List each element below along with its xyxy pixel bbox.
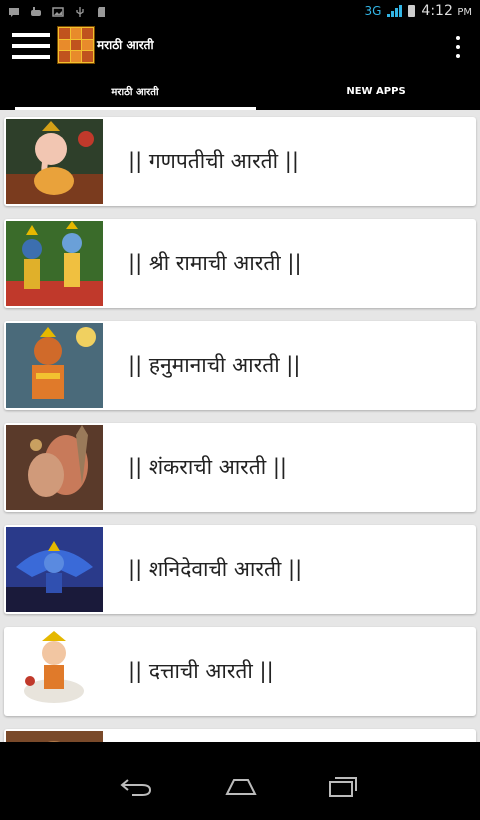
shanidev-image (6, 527, 103, 612)
list-item-ram[interactable]: || श्री रामाची आरती || (4, 219, 476, 308)
list-item-datta[interactable]: || दत्ताची आरती || (4, 627, 476, 716)
sd-card-icon (96, 3, 108, 17)
overflow-menu-icon[interactable] (454, 36, 462, 58)
hanuman-image (6, 323, 103, 408)
hamburger-menu-icon[interactable] (12, 31, 50, 61)
app-title: मराठी आरती (97, 38, 154, 52)
list-item-shankar[interactable]: || शंकराची आरती || (4, 423, 476, 512)
partial-image (6, 731, 103, 742)
aarti-title: || गणपतीची आरती || (128, 149, 299, 173)
aarti-title: || दत्ताची आरती || (128, 659, 274, 683)
back-icon[interactable] (120, 774, 154, 798)
list-item-ganpati[interactable]: || गणपतीची आरती || (4, 117, 476, 206)
datta-image (6, 629, 103, 714)
list-item-shanidev[interactable]: || शनिदेवाची आरती || (4, 525, 476, 614)
aarti-list[interactable]: || गणपतीची आरती || || श्री रामाची आरती |… (0, 110, 480, 742)
aarti-title: || हनुमानाची आरती || (128, 353, 301, 377)
recent-apps-icon[interactable] (328, 774, 358, 798)
notification-icons (8, 3, 108, 17)
ram-image (6, 221, 103, 306)
aarti-title: || शंकराची आरती || (128, 455, 287, 479)
game-controller-icon (30, 3, 42, 16)
tab-bar: मराठी आरती NEW APPS (0, 72, 480, 110)
network-type: 3G (364, 4, 382, 18)
app-logo (57, 26, 95, 64)
message-icon (8, 3, 20, 17)
list-item-partial[interactable] (4, 729, 476, 742)
clock-time: 4:12 (421, 3, 453, 19)
usb-icon (74, 3, 86, 17)
clock: 4:12 PM (421, 3, 472, 19)
tab-new-apps[interactable]: NEW APPS (256, 72, 480, 110)
signal-icon (387, 5, 403, 17)
image-icon (52, 3, 64, 17)
home-icon[interactable] (224, 774, 258, 798)
aarti-title: || शनिदेवाची आरती || (128, 557, 303, 581)
status-bar: 3G 4:12 PM (0, 0, 480, 22)
tab-marathi-aarti[interactable]: मराठी आरती (15, 72, 255, 110)
system-nav-bar (0, 742, 480, 820)
app-bar: मराठी आरती (0, 22, 480, 72)
ganpati-image (6, 119, 103, 204)
list-item-hanuman[interactable]: || हनुमानाची आरती || (4, 321, 476, 410)
battery-icon (408, 5, 416, 17)
clock-ampm: PM (457, 7, 472, 18)
shankar-image (6, 425, 103, 510)
aarti-title: || श्री रामाची आरती || (128, 251, 302, 275)
